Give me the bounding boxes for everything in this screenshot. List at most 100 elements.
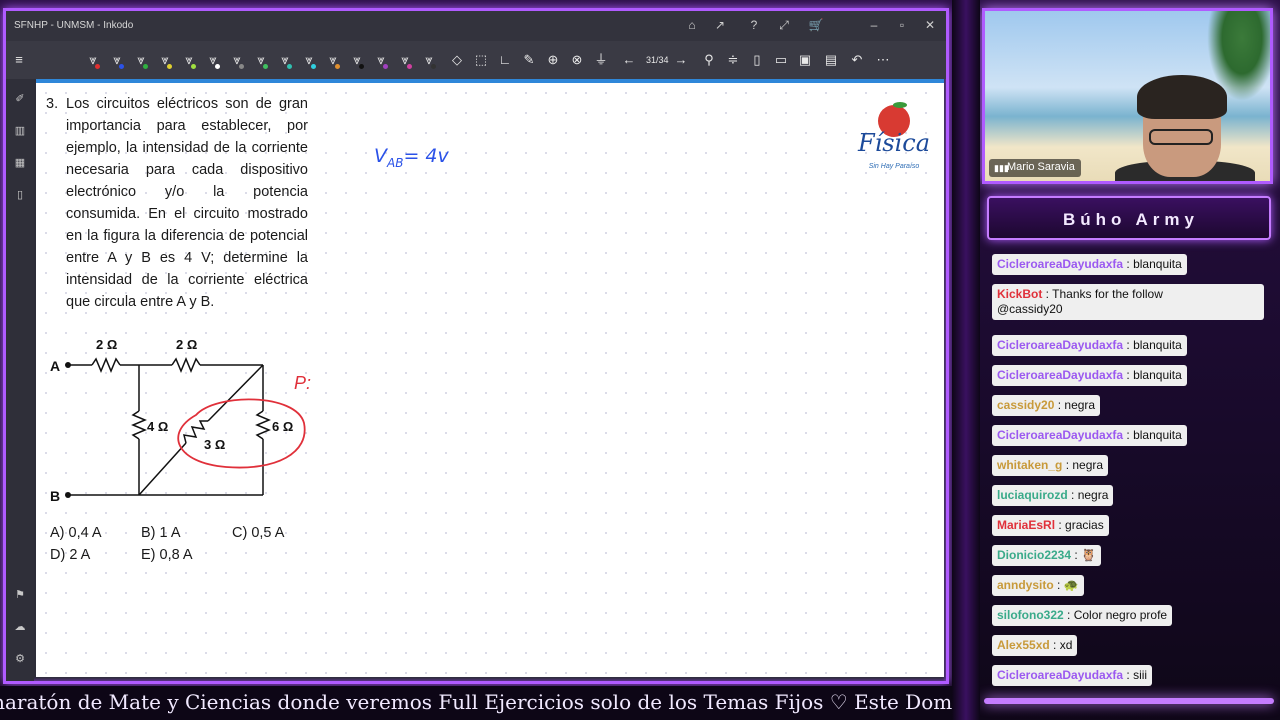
chat-messages: CicleroareaDayudaxfa : blanquita KickBot … — [988, 242, 1272, 696]
pen-green-icon[interactable]: ⩔ — [132, 51, 150, 69]
undo-icon[interactable]: ↶ — [848, 51, 866, 69]
chat-message: luciaquirozd : negra — [992, 485, 1114, 506]
mic-icon[interactable]: ⏚ — [592, 51, 610, 69]
chat-username[interactable]: KickBot — [997, 287, 1042, 301]
panel-divider — [952, 0, 980, 720]
chat-text: negra — [1077, 488, 1109, 502]
chat-title: Búho Army — [1063, 210, 1199, 229]
chat-username[interactable]: Alex55xd — [997, 638, 1050, 652]
whiteboard-canvas[interactable]: 3. Los circuitos eléctricos son de gran … — [36, 79, 944, 677]
chat-text: gracias — [1065, 518, 1104, 532]
chat-username[interactable]: luciaquirozd — [997, 488, 1068, 502]
settings-sliders-icon[interactable]: ≑ — [724, 51, 742, 69]
presenter-name: Mario Saravia — [1007, 161, 1075, 173]
chat-username[interactable]: silofono322 — [997, 608, 1064, 622]
clipboard-icon[interactable]: ▤ — [822, 51, 840, 69]
pen-yellow-icon[interactable]: ⩔ — [156, 51, 174, 69]
more-icon[interactable]: ⋯ — [874, 51, 892, 69]
chat-username[interactable]: whitaken_g — [997, 458, 1062, 472]
laser-icon[interactable]: ⊕ — [544, 51, 562, 69]
chat-text: blanquita — [1133, 257, 1182, 271]
minimize-button[interactable]: – — [866, 17, 882, 33]
whiteboard-app-window: SFNHP - UNMSM - Inkodo ⌂ ↗ ? ⤢ 🛒 – ▫ ✕ ≡… — [3, 8, 949, 684]
pen-orange-icon[interactable]: ⩔ — [324, 51, 342, 69]
chat-username[interactable]: MariaEsRl — [997, 518, 1055, 532]
chat-username[interactable]: CicleroareaDayudaxfa — [997, 368, 1123, 382]
chat-username[interactable]: CicleroareaDayudaxfa — [997, 338, 1123, 352]
open-folder-icon[interactable]: ▭ — [772, 51, 790, 69]
chat-message: Dionicio2234 : 🦉 — [992, 545, 1101, 566]
resistor-top-left-label: 2 Ω — [96, 337, 117, 352]
gear-icon[interactable]: ⚙ — [12, 651, 28, 667]
help-icon[interactable]: ? — [746, 17, 762, 33]
news-ticker: maratón de Mate y Ciencias donde veremos… — [0, 686, 952, 720]
resistor-diagonal-label: 3 Ω — [204, 437, 225, 452]
webcam-frame: ▮▮▮ Mario Saravia — [982, 8, 1273, 184]
pen-lime-icon[interactable]: ⩔ — [180, 51, 198, 69]
choice-b: B) 1 A — [141, 525, 181, 541]
chat-username[interactable]: Dionicio2234 — [997, 548, 1071, 562]
chat-message: anndysito : 🐢 — [992, 575, 1084, 596]
lock-icon[interactable]: ⌂ — [684, 17, 700, 33]
choice-a: A) 0,4 A — [50, 525, 102, 541]
pen-black-icon[interactable]: ⩔ — [348, 51, 366, 69]
pen-dark-icon[interactable]: ⩔ — [420, 51, 438, 69]
tag-icon[interactable]: ⚑ — [12, 587, 28, 603]
chat-border-glow — [984, 698, 1274, 704]
pen-blue-icon[interactable]: ⩔ — [108, 51, 126, 69]
chat-username[interactable]: cassidy20 — [997, 398, 1054, 412]
choice-e: E) 0,8 A — [141, 547, 193, 563]
expand-icon[interactable]: ⤢ — [776, 17, 792, 33]
maximize-button[interactable]: ▫ — [894, 17, 910, 33]
pen-cyan-icon[interactable]: ⩔ — [300, 51, 318, 69]
handwriting-sub: AB — [387, 155, 404, 170]
next-page-icon[interactable]: → — [672, 51, 690, 69]
pen-red-icon[interactable]: ⩔ — [84, 51, 102, 69]
pencil-icon[interactable]: ✎ — [520, 51, 538, 69]
books-icon[interactable]: ▥ — [12, 123, 28, 139]
chat-message: CicleroareaDayudaxfa : siii — [992, 665, 1153, 686]
pen-gray-icon[interactable]: ⩔ — [228, 51, 246, 69]
chat-username[interactable]: CicleroareaDayudaxfa — [997, 257, 1123, 271]
signal-bars-icon: ▮▮▮ — [994, 163, 1009, 173]
zoom-icon[interactable]: ⚲ — [700, 51, 718, 69]
handwriting-main: V — [374, 145, 387, 167]
chat-username[interactable]: anndysito — [997, 578, 1054, 592]
pen-white-icon[interactable]: ⩔ — [204, 51, 222, 69]
pen-green2-icon[interactable]: ⩔ — [252, 51, 270, 69]
choice-c: C) 0,5 A — [232, 525, 285, 541]
select-icon[interactable]: ⬚ — [472, 51, 490, 69]
chat-message: KickBot : Thanks for the follow @cassidy2… — [992, 284, 1264, 320]
problem-statement: Los circuitos eléctricos son de gran imp… — [66, 96, 308, 310]
chat-header: Búho Army — [987, 196, 1271, 240]
circuit-diagram: A B 2 Ω 2 Ω 4 Ω 3 Ω 6 Ω — [50, 337, 306, 503]
channel-logo: Física Sin Hay Paraíso — [848, 99, 940, 185]
image-icon[interactable]: ▦ — [12, 155, 28, 171]
choice-d: D) 2 A — [50, 547, 91, 563]
resistor-right-label: 6 Ω — [272, 419, 293, 434]
share-icon[interactable]: ↗ — [712, 17, 728, 33]
prev-page-icon[interactable]: ← — [620, 51, 638, 69]
pen-purple-icon[interactable]: ⩔ — [372, 51, 390, 69]
chat-text: Thanks for the follow — [1052, 287, 1163, 301]
cloud-icon[interactable]: ☁ — [12, 619, 28, 635]
chat-message: CicleroareaDayudaxfa : blanquita — [992, 254, 1187, 275]
chat-message: Alex55xd : xd — [992, 635, 1078, 656]
resistor-middle-label: 4 Ω — [147, 419, 168, 434]
save-icon[interactable]: ▣ — [796, 51, 814, 69]
cart-icon[interactable]: 🛒 — [808, 17, 824, 33]
new-page-icon[interactable]: ▯ — [748, 51, 766, 69]
pen-magenta-icon[interactable]: ⩔ — [396, 51, 414, 69]
chat-username[interactable]: CicleroareaDayudaxfa — [997, 428, 1123, 442]
pen-teal-icon[interactable]: ⩔ — [276, 51, 294, 69]
globe-icon[interactable]: ⊗ — [568, 51, 586, 69]
menu-icon[interactable]: ≡ — [10, 51, 28, 69]
brush-icon[interactable]: ✐ — [12, 91, 28, 107]
chat-message: CicleroareaDayudaxfa : blanquita — [992, 365, 1187, 386]
logo-text: Física — [857, 129, 931, 157]
document-icon[interactable]: ▯ — [12, 187, 28, 203]
ruler-icon[interactable]: ∟ — [496, 51, 514, 69]
eraser-icon[interactable]: ◇ — [448, 51, 466, 69]
chat-username[interactable]: CicleroareaDayudaxfa — [997, 668, 1123, 682]
close-button[interactable]: ✕ — [922, 17, 938, 33]
